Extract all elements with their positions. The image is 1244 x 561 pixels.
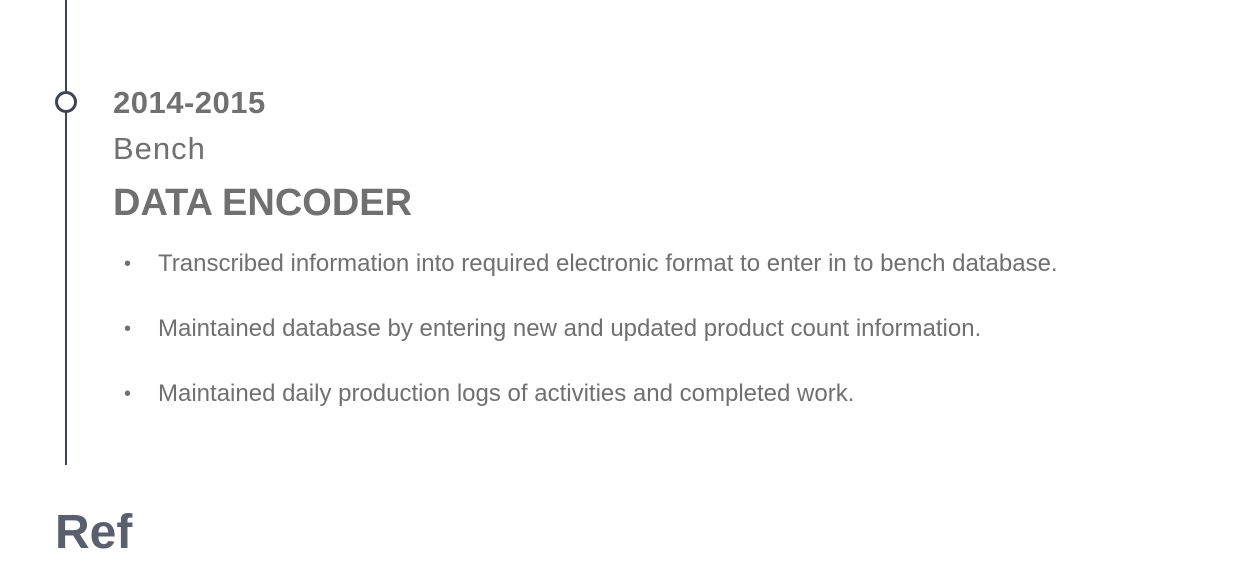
duty-text: Maintained database by entering new and … xyxy=(158,315,982,342)
timeline-line xyxy=(65,0,67,465)
duty-item: • Maintained database by entering new an… xyxy=(113,313,1223,345)
experience-entry: 2014-2015 Bench DATA ENCODER • Transcrib… xyxy=(113,84,1223,443)
bullet-icon: • xyxy=(124,383,132,405)
entry-job-title: DATA ENCODER xyxy=(113,182,413,224)
entry-company: Bench xyxy=(113,131,206,166)
duty-item: • Transcribed information into required … xyxy=(113,248,1223,280)
duty-text: Transcribed information into required el… xyxy=(158,250,1058,277)
timeline-marker xyxy=(55,91,77,113)
bullet-icon: • xyxy=(124,318,132,340)
duties-list: • Transcribed information into required … xyxy=(113,248,1223,410)
bullet-icon: • xyxy=(124,253,132,275)
duty-text: Maintained daily production logs of acti… xyxy=(158,380,855,407)
entry-period: 2014-2015 xyxy=(113,85,266,120)
duty-item: • Maintained daily production logs of ac… xyxy=(113,378,1223,410)
next-section-heading: Ref xyxy=(55,506,133,559)
